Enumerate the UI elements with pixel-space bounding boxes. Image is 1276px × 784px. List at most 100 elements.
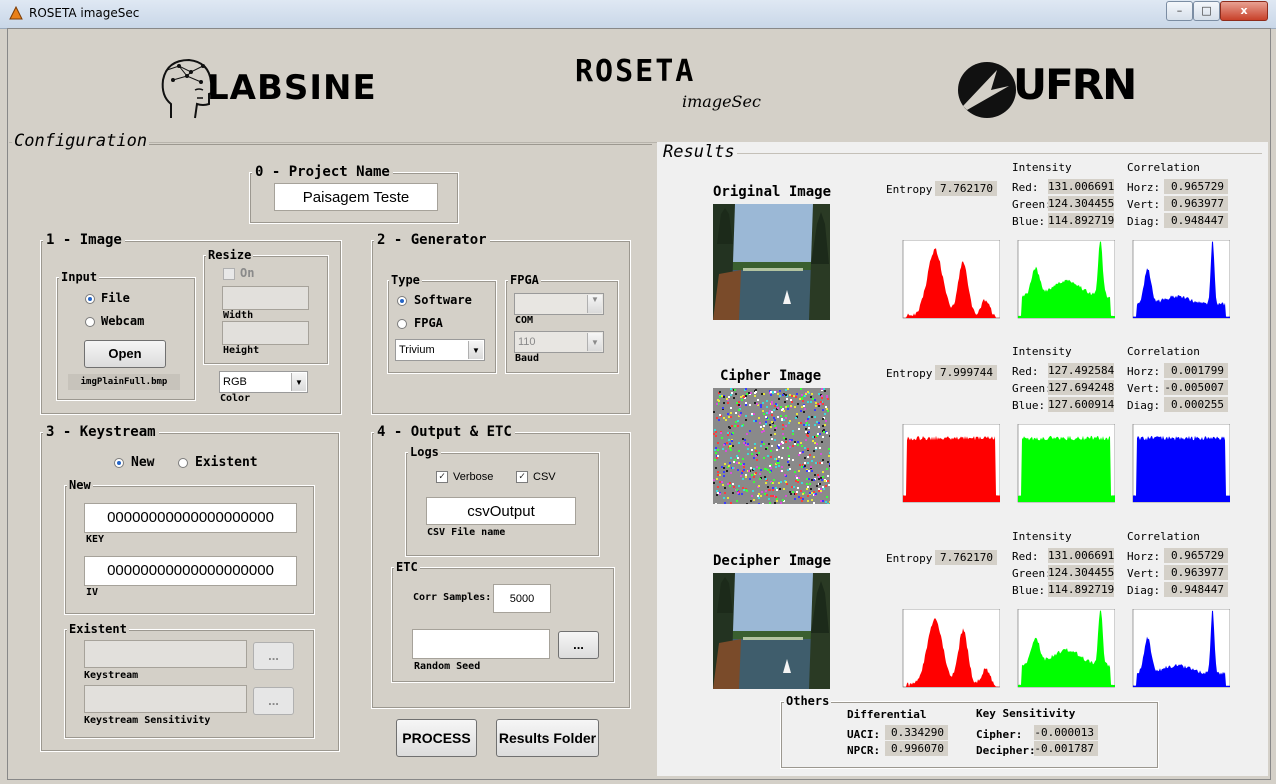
keystream-file-input[interactable] <box>84 640 247 668</box>
intensity-header: Intensity <box>1012 345 1072 358</box>
seed-browse-button[interactable]: ... <box>558 631 599 659</box>
resize-height-input[interactable] <box>222 321 309 345</box>
blue-intensity-value: 114.892719 <box>1048 213 1114 228</box>
entropy-value: 7.762170 <box>935 550 997 565</box>
software-label: Software <box>412 293 474 307</box>
color-select[interactable]: RGB ▼ <box>219 371 308 393</box>
process-button[interactable]: PROCESS <box>396 719 477 757</box>
csv-filename-input[interactable]: csvOutput <box>426 497 576 525</box>
key-label: KEY <box>86 534 104 545</box>
ufrn-emblem-icon <box>957 60 1019 120</box>
maximize-button[interactable]: □ <box>1193 1 1220 21</box>
webcam-radio[interactable] <box>85 317 95 327</box>
entropy-label: Entropy: <box>886 183 939 196</box>
fpga-radio[interactable] <box>397 319 407 329</box>
others-group <box>780 701 1159 769</box>
type-title: Type <box>389 273 422 287</box>
random-seed-input[interactable] <box>412 629 550 659</box>
results-folder-button[interactable]: Results Folder <box>496 719 599 757</box>
keystream-new-radio[interactable] <box>114 458 124 468</box>
software-radio[interactable] <box>397 296 407 306</box>
decipher-image <box>713 573 830 689</box>
resize-group <box>203 255 329 365</box>
minimize-button[interactable]: – <box>1166 1 1193 21</box>
horz-correlation-value: 0.965729 <box>1164 548 1228 563</box>
green-label: Green: <box>1012 567 1052 580</box>
green-histogram <box>1012 609 1115 691</box>
cipher-select-value: Trivium <box>399 344 435 356</box>
iv-input[interactable]: 00000000000000000000 <box>84 556 297 586</box>
width-label: Width <box>223 310 253 321</box>
blue-label: Blue: <box>1012 399 1045 412</box>
app-name: ROSETA <box>575 54 695 89</box>
configuration-title: Configuration <box>12 131 149 151</box>
project-name-title: 0 - Project Name <box>252 164 393 180</box>
red-histogram <box>897 424 1000 506</box>
vert-correlation-value: 0.963977 <box>1164 565 1228 580</box>
horz-label: Horz: <box>1127 550 1160 563</box>
ufrn-logo: UFRN <box>1013 60 1135 109</box>
app-subtitle: imageSec <box>682 92 761 111</box>
com-select[interactable]: ▼ <box>514 293 604 315</box>
keystream-existent-radio[interactable] <box>178 458 188 468</box>
random-seed-label: Random Seed <box>414 661 480 672</box>
blue-label: Blue: <box>1012 584 1045 597</box>
open-button[interactable]: Open <box>84 340 166 368</box>
iv-label: IV <box>86 587 98 598</box>
key-input[interactable]: 00000000000000000000 <box>84 503 297 533</box>
blue-histogram <box>1127 424 1230 506</box>
correlation-header: Correlation <box>1127 161 1200 174</box>
blue-label: Blue: <box>1012 215 1045 228</box>
resize-on-checkbox[interactable] <box>223 268 235 280</box>
original-image <box>713 204 830 320</box>
blue-histogram <box>1127 240 1230 322</box>
color-label: Color <box>220 393 250 404</box>
keystream-browse-button[interactable]: ... <box>253 642 294 670</box>
green-label: Green: <box>1012 198 1052 211</box>
results-title: Results <box>661 142 737 162</box>
decipher-sensitivity-label: Decipher: <box>976 744 1036 757</box>
resize-width-input[interactable] <box>222 286 309 310</box>
new-keystream-title: New <box>67 478 93 492</box>
image-title: Original Image <box>713 184 831 200</box>
diag-correlation-value: 0.948447 <box>1164 582 1228 597</box>
cipher-sensitivity-value: -0.000013 <box>1034 725 1098 740</box>
diag-correlation-value: 0.948447 <box>1164 213 1228 228</box>
project-name-input[interactable]: Paisagem Teste <box>274 183 438 211</box>
webcam-label: Webcam <box>99 314 146 328</box>
red-intensity-value: 131.006691 <box>1048 179 1114 194</box>
com-label: COM <box>515 315 533 326</box>
blue-intensity-value: 127.600914 <box>1048 397 1114 412</box>
csv-checkbox[interactable]: ✓ <box>516 471 528 483</box>
diag-label: Diag: <box>1127 584 1160 597</box>
green-histogram <box>1012 424 1115 506</box>
keystream-label: Keystream <box>84 670 138 681</box>
keystream-sensitivity-input[interactable] <box>84 685 247 713</box>
verbose-label: Verbose <box>453 471 493 483</box>
diag-label: Diag: <box>1127 399 1160 412</box>
baud-select[interactable]: 110 ▼ <box>514 331 604 353</box>
corr-samples-input[interactable]: 5000 <box>493 584 551 613</box>
uaci-label: UACI: <box>847 728 880 741</box>
file-radio[interactable] <box>85 294 95 304</box>
csv-label: CSV <box>533 471 556 483</box>
verbose-checkbox[interactable]: ✓ <box>436 471 448 483</box>
existent-keystream-title: Existent <box>67 622 129 636</box>
close-button[interactable]: x <box>1220 1 1268 21</box>
sensitivity-browse-button[interactable]: ... <box>253 687 294 715</box>
decipher-sensitivity-value: -0.001787 <box>1034 741 1098 756</box>
green-intensity-value: 127.694248 <box>1048 380 1114 395</box>
red-label: Red: <box>1012 550 1039 563</box>
entropy-value: 7.762170 <box>935 181 997 196</box>
vert-label: Vert: <box>1127 567 1160 580</box>
keystream-existent-label: Existent <box>193 455 260 470</box>
baud-label: Baud <box>515 353 539 364</box>
resize-title: Resize <box>206 248 253 262</box>
file-label: File <box>99 291 132 305</box>
horz-label: Horz: <box>1127 181 1160 194</box>
green-intensity-value: 124.304455 <box>1048 196 1114 211</box>
image-title: Decipher Image <box>713 553 831 569</box>
diag-correlation-value: 0.000255 <box>1164 397 1228 412</box>
cipher-select[interactable]: Trivium ▼ <box>395 339 485 361</box>
horz-correlation-value: 0.965729 <box>1164 179 1228 194</box>
